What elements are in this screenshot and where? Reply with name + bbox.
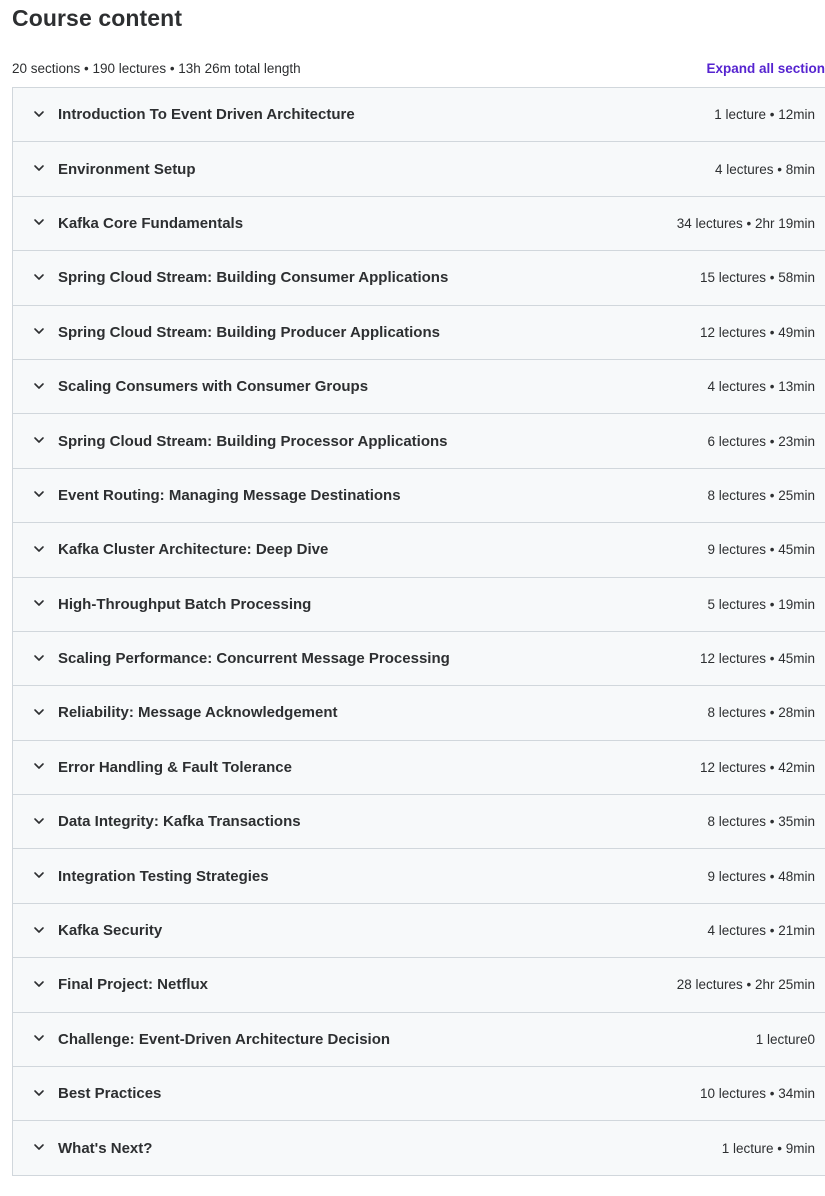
section-title: Spring Cloud Stream: Building Producer A… [58,323,440,341]
section-row[interactable]: Environment Setup 4 lectures • 8min [13,142,825,197]
chevron-down-icon [33,869,45,881]
section-meta: 6 lectures • 23min [707,433,815,449]
section-meta: 4 lectures • 13min [707,379,815,395]
section-title: Kafka Security [58,922,163,940]
chevron-down-icon [33,108,45,120]
section-title: Spring Cloud Stream: Building Processor … [58,432,448,450]
section-meta: 8 lectures • 25min [707,487,815,503]
section-row[interactable]: Error Handling & Fault Tolerance 12 lectu… [13,740,825,796]
section-title: High-Throughput Batch Processing [58,595,312,613]
section-row[interactable]: Integration Testing Strategies 9 lectures… [13,849,825,904]
chevron-down-icon [33,543,45,555]
chevron-down-icon [33,325,45,337]
section-row[interactable]: Scaling Performance: Concurrent Message … [13,631,825,687]
section-row[interactable]: Event Routing: Managing Message Destinat… [13,468,825,524]
section-row[interactable]: Reliability: Message Acknowledgement 8 le… [13,686,825,741]
chevron-down-icon [33,380,45,392]
section-title: Integration Testing Strategies [58,867,269,885]
page-title: Course content [12,5,183,31]
section-meta: 4 lectures • 8min [714,161,815,177]
chevron-down-icon [33,978,45,990]
chevron-down-icon [33,706,45,718]
section-row[interactable]: Spring Cloud Stream: Building Processor … [13,414,825,469]
section-title: Scaling Performance: Concurrent Message … [58,650,450,668]
section-meta: 5 lectures • 19min [707,596,815,612]
chevron-down-icon [33,597,45,609]
section-row[interactable]: What's Next? 1 lecture • 9min [13,1121,825,1176]
section-meta: 34 lectures • 2hr 19min [676,215,815,231]
course-summary: 20 sections • 190 lectures • 13h 26m tot… [12,60,301,76]
section-row[interactable]: Scaling Consumers with Consumer Groups 4 … [13,359,825,415]
section-meta: 12 lectures • 42min [699,759,815,775]
section-title: What's Next? [58,1139,153,1157]
section-title: Final Project: Netflux [58,976,209,994]
section-title: Spring Cloud Stream: Building Consumer A… [58,269,449,287]
section-row[interactable]: Data Integrity: Kafka Transactions 8 lect… [13,795,825,850]
section-meta: 4 lectures • 21min [707,923,815,939]
section-meta: 10 lectures • 34min [699,1086,815,1102]
section-row[interactable]: Best Practices 10 lectures • 34min [13,1067,825,1122]
section-title: Scaling Consumers with Consumer Groups [58,378,369,396]
chevron-down-icon [33,488,45,500]
section-row[interactable]: Spring Cloud Stream: Building Consumer A… [13,251,825,306]
chevron-down-icon [33,434,45,446]
section-title: Introduction To Event Driven Architectur… [58,106,355,124]
section-meta: 8 lectures • 35min [707,814,815,830]
chevron-down-icon [33,1141,45,1153]
section-row[interactable]: Spring Cloud Stream: Building Producer A… [13,305,825,360]
section-row[interactable]: High-Throughput Batch Processing 5 lectur… [13,577,825,632]
section-meta: 8 lectures • 28min [707,705,815,721]
chevron-down-icon [33,924,45,936]
section-row[interactable]: Kafka Core Fundamentals 34 lectures • 2hr… [13,196,825,252]
section-meta: 28 lectures • 2hr 25min [676,977,815,993]
section-meta: 1 lecture0 [755,1031,815,1047]
section-meta: 12 lectures • 49min [699,324,815,340]
section-meta: 12 lectures • 45min [699,651,815,667]
chevron-down-icon [33,271,45,283]
chevron-down-icon [33,815,45,827]
section-title: Reliability: Message Acknowledgement [58,704,338,722]
section-title: Kafka Core Fundamentals [58,214,244,232]
chevron-down-icon [33,1032,45,1044]
expand-all-sections-button[interactable]: Expand all section [706,61,825,76]
section-title: Best Practices [58,1085,162,1103]
section-meta: 1 lecture • 9min [721,1140,815,1156]
section-meta: 1 lecture • 12min [714,107,815,123]
chevron-down-icon [33,760,45,772]
section-meta: 9 lectures • 45min [707,542,815,558]
section-row[interactable]: Kafka Cluster Architecture: Deep Dive 9 l… [13,523,825,578]
section-row[interactable]: Challenge: Event-Driven Architecture Dec… [13,1012,825,1068]
section-meta: 15 lectures • 58min [699,270,815,286]
section-title: Environment Setup [58,160,196,178]
section-row[interactable]: Introduction To Event Driven Architectur… [13,88,825,143]
chevron-down-icon [33,216,45,228]
section-title: Challenge: Event-Driven Architecture Dec… [58,1030,391,1048]
chevron-down-icon [33,1087,45,1099]
section-meta: 9 lectures • 48min [707,868,815,884]
section-title: Kafka Cluster Architecture: Deep Dive [58,541,329,559]
course-summary-bar: 20 sections • 190 lectures • 13h 26m tot… [12,58,825,78]
section-title: Data Integrity: Kafka Transactions [58,813,301,831]
section-row[interactable]: Kafka Security 4 lectures • 21min [13,903,825,959]
section-list: Introduction To Event Driven Architectur… [12,87,825,1176]
chevron-down-icon [33,652,45,664]
chevron-down-icon [33,162,45,174]
section-title: Event Routing: Managing Message Destinat… [58,486,401,504]
section-title: Error Handling & Fault Tolerance [58,758,292,776]
section-row[interactable]: Final Project: Netflux 28 lectures • 2hr … [13,958,825,1013]
